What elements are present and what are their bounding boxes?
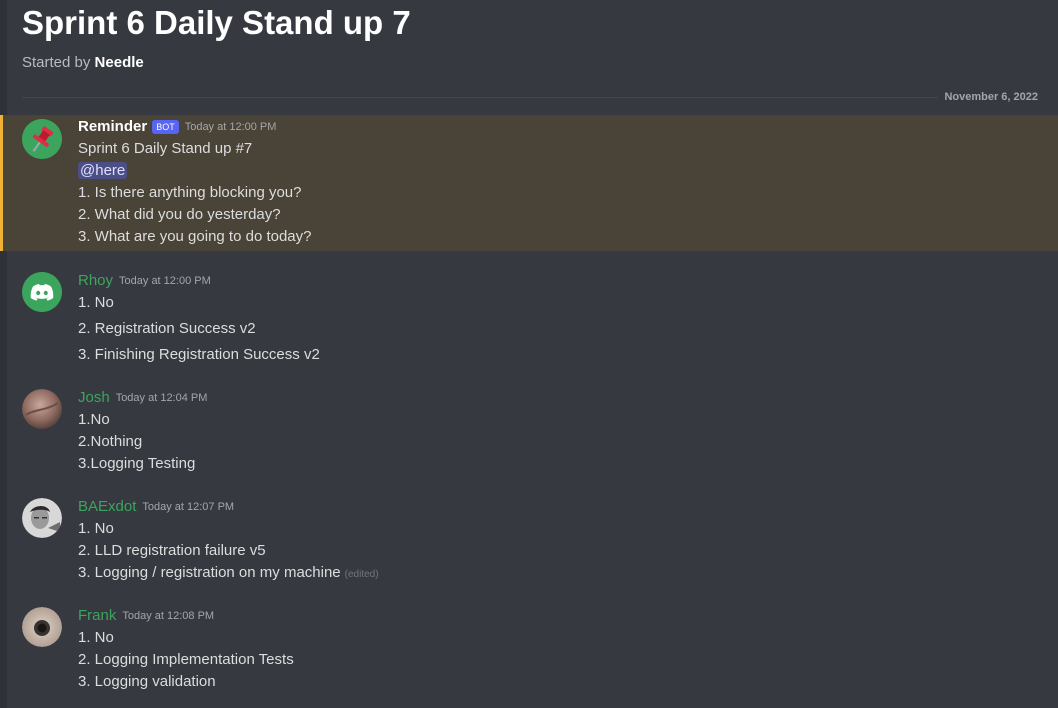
- started-by-prefix: Started by: [22, 54, 91, 71]
- message-line: 2. LLD registration failure v5: [78, 542, 266, 559]
- username[interactable]: Reminder: [78, 118, 147, 135]
- message-line: 2. What did you do yesterday?: [78, 206, 281, 223]
- message-rhoy: Rhoy Today at 12:00 PM 1. No 2. Registrat…: [0, 270, 1058, 370]
- message-frank: Frank Today at 12:08 PM 1. No 2. Logging …: [0, 605, 1058, 695]
- avatar[interactable]: [22, 498, 62, 538]
- message-line: 1. No: [78, 520, 114, 537]
- avatar[interactable]: [22, 389, 62, 429]
- message-line: 2. Logging Implementation Tests: [78, 651, 294, 668]
- user-photo-icon: [22, 389, 62, 429]
- timestamp[interactable]: Today at 12:04 PM: [116, 392, 208, 404]
- message-line: 3.Logging Testing: [78, 455, 196, 472]
- date-divider: [22, 97, 1038, 98]
- username[interactable]: Josh: [78, 389, 110, 406]
- message-josh: Josh Today at 12:04 PM 1.No 2.Nothing 3.L…: [0, 387, 1058, 477]
- message-line: @here: [78, 160, 1048, 182]
- message-line: 3. What are you going to do today?: [78, 228, 312, 245]
- message-header: Rhoy Today at 12:00 PM: [78, 270, 1048, 292]
- message-body: BAExdot Today at 12:07 PM 1. No 2. LLD re…: [78, 496, 1048, 586]
- message-line: 1.No: [78, 411, 110, 428]
- message-line: 2.Nothing: [78, 433, 143, 450]
- message-header: Frank Today at 12:08 PM: [78, 605, 1048, 627]
- message-line: 1. No: [78, 294, 114, 311]
- message-reminder: Reminder BOT Today at 12:00 PM Sprint 6 Da…: [0, 115, 1058, 251]
- avatar[interactable]: [22, 607, 62, 647]
- message-line: 1. No: [78, 629, 114, 646]
- started-by-author[interactable]: Needle: [95, 54, 144, 71]
- message-line: 1. Is there anything blocking you?: [78, 184, 302, 201]
- message-line: 3. Finishing Registration Success v2: [78, 346, 320, 363]
- timestamp[interactable]: Today at 12:00 PM: [119, 275, 211, 287]
- message-body: Rhoy Today at 12:00 PM 1. No 2. Registrat…: [78, 270, 1048, 366]
- date-divider-label: November 6, 2022: [938, 91, 1038, 104]
- timestamp[interactable]: Today at 12:08 PM: [122, 610, 214, 622]
- message-line: Sprint 6 Daily Stand up #7: [78, 140, 253, 157]
- edited-label: (edited): [344, 569, 379, 580]
- message-header: BAExdot Today at 12:07 PM: [78, 496, 1048, 518]
- thread-header: Sprint 6 Daily Stand up 7 Started by Nee…: [22, 4, 411, 72]
- pushpin-icon: [22, 119, 62, 159]
- message-header: Josh Today at 12:04 PM: [78, 387, 1048, 409]
- message-line: 3. Logging / registration on my machine(…: [78, 562, 1048, 586]
- discord-logo-icon: [22, 272, 62, 312]
- timestamp[interactable]: Today at 12:07 PM: [142, 501, 234, 513]
- message-body: Josh Today at 12:04 PM 1.No 2.Nothing 3.L…: [78, 387, 1048, 475]
- bot-tag: BOT: [152, 120, 179, 134]
- username[interactable]: Frank: [78, 607, 116, 624]
- mention-here[interactable]: @here: [78, 162, 128, 179]
- message-baexdot: BAExdot Today at 12:07 PM 1. No 2. LLD re…: [0, 496, 1058, 586]
- avatar[interactable]: [22, 272, 62, 312]
- message-body: Reminder BOT Today at 12:00 PM Sprint 6 Da…: [78, 116, 1048, 248]
- user-photo-icon: [22, 607, 62, 647]
- message-line: 2. Registration Success v2: [78, 320, 256, 337]
- timestamp[interactable]: Today at 12:00 PM: [185, 121, 277, 133]
- thread-title: Sprint 6 Daily Stand up 7: [22, 4, 411, 41]
- message-line-text: 3. Logging / registration on my machine: [78, 564, 341, 581]
- user-photo-icon: [22, 498, 62, 538]
- message-line: 3. Logging validation: [78, 673, 216, 690]
- message-header: Reminder BOT Today at 12:00 PM: [78, 116, 1048, 138]
- started-by: Started by Needle: [22, 54, 411, 72]
- message-body: Frank Today at 12:08 PM 1. No 2. Logging …: [78, 605, 1048, 693]
- username[interactable]: Rhoy: [78, 272, 113, 289]
- avatar[interactable]: [22, 119, 62, 159]
- username[interactable]: BAExdot: [78, 498, 136, 515]
